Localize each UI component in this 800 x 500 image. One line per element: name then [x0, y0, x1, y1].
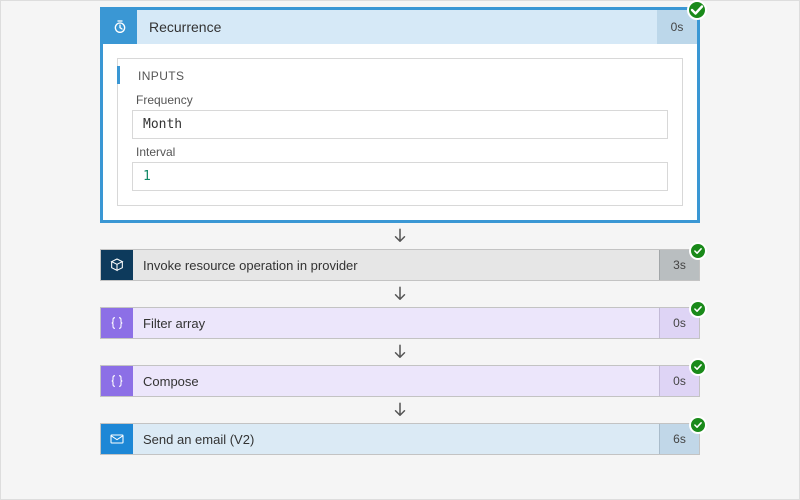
success-icon — [689, 242, 707, 260]
interval-label: Interval — [136, 145, 668, 159]
success-icon — [689, 416, 707, 434]
success-icon — [687, 0, 707, 20]
frequency-label: Frequency — [136, 93, 668, 107]
step-title: Filter array — [133, 308, 659, 338]
inputs-heading: INPUTS — [132, 69, 668, 83]
step-title: Compose — [133, 366, 659, 396]
recurrence-body: INPUTS Frequency Month Interval 1 — [103, 44, 697, 220]
step-invoke-resource[interactable]: Invoke resource operation in provider 3s — [100, 249, 700, 281]
step-send-email[interactable]: Send an email (V2) 6s — [100, 423, 700, 455]
inputs-panel[interactable]: INPUTS Frequency Month Interval 1 — [117, 58, 683, 206]
mail-icon — [101, 424, 133, 454]
step-title: Invoke resource operation in provider — [133, 250, 659, 280]
cube-icon — [101, 250, 133, 280]
recurrence-card[interactable]: Recurrence 0s INPUTS Frequency Month Int… — [100, 7, 700, 223]
step-compose[interactable]: Compose 0s — [100, 365, 700, 397]
recurrence-title: Recurrence — [137, 10, 657, 44]
connector-arrow — [100, 339, 700, 365]
step-title: Send an email (V2) — [133, 424, 659, 454]
success-icon — [689, 300, 707, 318]
recurrence-header[interactable]: Recurrence 0s — [103, 10, 697, 44]
braces-icon — [101, 308, 133, 338]
clock-icon — [103, 10, 137, 44]
connector-arrow — [100, 281, 700, 307]
connector-arrow — [100, 223, 700, 249]
frequency-value[interactable]: Month — [132, 110, 668, 139]
connector-arrow — [100, 397, 700, 423]
interval-value[interactable]: 1 — [132, 162, 668, 191]
success-icon — [689, 358, 707, 376]
step-filter-array[interactable]: Filter array 0s — [100, 307, 700, 339]
braces-icon — [101, 366, 133, 396]
